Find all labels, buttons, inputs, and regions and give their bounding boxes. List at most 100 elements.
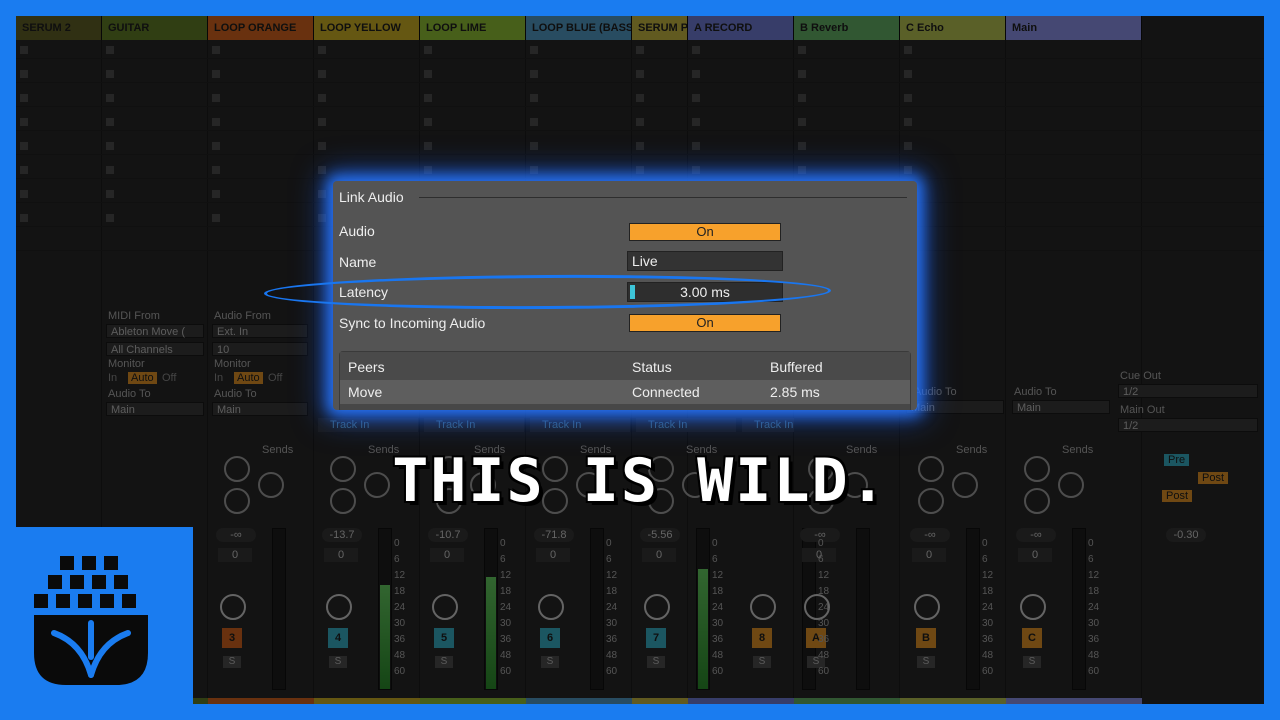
clip-slot[interactable] bbox=[20, 94, 28, 102]
clip-slot[interactable] bbox=[424, 94, 432, 102]
monitor-in-button-2[interactable]: In bbox=[214, 372, 223, 384]
clip-slot[interactable] bbox=[530, 94, 538, 102]
clip-slot[interactable] bbox=[212, 214, 220, 222]
clip-slot[interactable] bbox=[318, 190, 326, 198]
pan-display[interactable]: 0 bbox=[536, 548, 570, 562]
volume-display[interactable]: -5.56 bbox=[640, 528, 680, 542]
clip-slot[interactable] bbox=[692, 118, 700, 126]
clip-slot[interactable] bbox=[318, 214, 326, 222]
clip-slot[interactable] bbox=[636, 118, 644, 126]
midi-from-select[interactable]: Ableton Move ( bbox=[106, 324, 204, 338]
clip-slot[interactable] bbox=[530, 118, 538, 126]
audio-channel-select[interactable]: 10 bbox=[212, 342, 308, 356]
track-activator[interactable]: C bbox=[1022, 628, 1042, 648]
volume-display[interactable]: -71.8 bbox=[534, 528, 574, 542]
track-in-button[interactable]: Track In bbox=[530, 418, 630, 432]
track-in-button[interactable]: Track In bbox=[318, 418, 418, 432]
clip-slot[interactable] bbox=[636, 142, 644, 150]
clip-slot[interactable] bbox=[212, 46, 220, 54]
clip-slot[interactable] bbox=[20, 190, 28, 198]
clip-slot[interactable] bbox=[692, 46, 700, 54]
pan-display[interactable]: 0 bbox=[912, 548, 946, 562]
pan-display[interactable]: 0 bbox=[430, 548, 464, 562]
solo-button[interactable]: S bbox=[753, 656, 771, 668]
clip-slot[interactable] bbox=[798, 94, 806, 102]
clip-slot[interactable] bbox=[106, 118, 114, 126]
track-in-button[interactable]: Track In bbox=[424, 418, 524, 432]
clip-slot[interactable] bbox=[106, 46, 114, 54]
clip-slot[interactable] bbox=[318, 70, 326, 78]
track-header[interactable]: A RECORD bbox=[688, 16, 794, 40]
monitor-auto-button[interactable]: Auto bbox=[128, 372, 157, 384]
pan-knob[interactable] bbox=[644, 594, 670, 620]
clip-slot[interactable] bbox=[20, 166, 28, 174]
track-header[interactable]: GUITAR bbox=[102, 16, 208, 40]
volume-display[interactable]: -∞ bbox=[1016, 528, 1056, 542]
track-activator[interactable]: 7 bbox=[646, 628, 666, 648]
clip-slot[interactable] bbox=[106, 70, 114, 78]
table-row[interactable]: Move Connected 2.85 ms bbox=[340, 380, 910, 404]
clip-slot[interactable] bbox=[798, 142, 806, 150]
solo-button[interactable]: S bbox=[917, 656, 935, 668]
audio-toggle[interactable]: On bbox=[629, 223, 781, 241]
clip-slot[interactable] bbox=[798, 166, 806, 174]
clip-slot[interactable] bbox=[692, 166, 700, 174]
clip-slot[interactable] bbox=[424, 70, 432, 78]
audio-to-select-b[interactable]: Main bbox=[906, 400, 1004, 414]
clip-slot[interactable] bbox=[904, 94, 912, 102]
track-activator[interactable]: 5 bbox=[434, 628, 454, 648]
name-field[interactable]: Live bbox=[627, 251, 783, 271]
volume-display[interactable]: -∞ bbox=[910, 528, 950, 542]
clip-slot[interactable] bbox=[212, 142, 220, 150]
main-out-select[interactable]: 1/2 bbox=[1118, 418, 1258, 432]
clip-slot[interactable] bbox=[692, 142, 700, 150]
track-activator[interactable]: 8 bbox=[752, 628, 772, 648]
monitor-in-button[interactable]: In bbox=[108, 372, 117, 384]
clip-slot[interactable] bbox=[318, 118, 326, 126]
track-header[interactable]: SERUM PI bbox=[632, 16, 688, 40]
clip-slot[interactable] bbox=[318, 94, 326, 102]
pan-display[interactable]: 0 bbox=[324, 548, 358, 562]
pan-display[interactable]: 0 bbox=[642, 548, 676, 562]
clip-slot[interactable] bbox=[318, 46, 326, 54]
clip-slot[interactable] bbox=[904, 118, 912, 126]
audio-from-select[interactable]: Ext. In bbox=[212, 324, 308, 338]
pan-knob[interactable] bbox=[538, 594, 564, 620]
clip-slot[interactable] bbox=[318, 166, 326, 174]
clip-slot[interactable] bbox=[904, 46, 912, 54]
track-header[interactable]: LOOP YELLOW bbox=[314, 16, 420, 40]
clip-slot[interactable] bbox=[212, 94, 220, 102]
solo-button[interactable]: S bbox=[541, 656, 559, 668]
clip-slot[interactable] bbox=[424, 166, 432, 174]
pan-knob[interactable] bbox=[220, 594, 246, 620]
sync-toggle[interactable]: On bbox=[629, 314, 781, 332]
solo-button[interactable]: S bbox=[329, 656, 347, 668]
clip-slot[interactable] bbox=[106, 142, 114, 150]
volume-display[interactable]: -∞ bbox=[216, 528, 256, 542]
audio-to-select-2[interactable]: Main bbox=[212, 402, 308, 416]
cue-out-select[interactable]: 1/2 bbox=[1118, 384, 1258, 398]
clip-slot[interactable] bbox=[212, 70, 220, 78]
midi-channel-select[interactable]: All Channels bbox=[106, 342, 204, 356]
pan-display[interactable]: 0 bbox=[1018, 548, 1052, 562]
clip-slot[interactable] bbox=[636, 166, 644, 174]
track-header[interactable]: SERUM 2 bbox=[16, 16, 102, 40]
track-activator[interactable]: 3 bbox=[222, 628, 242, 648]
track-header[interactable]: LOOP LIME bbox=[420, 16, 526, 40]
track-in-button[interactable]: Track In bbox=[636, 418, 736, 432]
track-header[interactable]: C Echo bbox=[900, 16, 1006, 40]
track-activator[interactable]: B bbox=[916, 628, 936, 648]
clip-slot[interactable] bbox=[20, 46, 28, 54]
pan-knob[interactable] bbox=[914, 594, 940, 620]
monitor-off-button[interactable]: Off bbox=[162, 372, 176, 384]
clip-slot[interactable] bbox=[530, 166, 538, 174]
audio-to-select[interactable]: Main bbox=[106, 402, 204, 416]
solo-button[interactable]: S bbox=[435, 656, 453, 668]
clip-slot[interactable] bbox=[424, 118, 432, 126]
track-header[interactable]: LOOP ORANGE bbox=[208, 16, 314, 40]
clip-slot[interactable] bbox=[530, 142, 538, 150]
clip-slot[interactable] bbox=[636, 70, 644, 78]
clip-slot[interactable] bbox=[20, 118, 28, 126]
clip-slot[interactable] bbox=[636, 46, 644, 54]
clip-slot[interactable] bbox=[106, 214, 114, 222]
